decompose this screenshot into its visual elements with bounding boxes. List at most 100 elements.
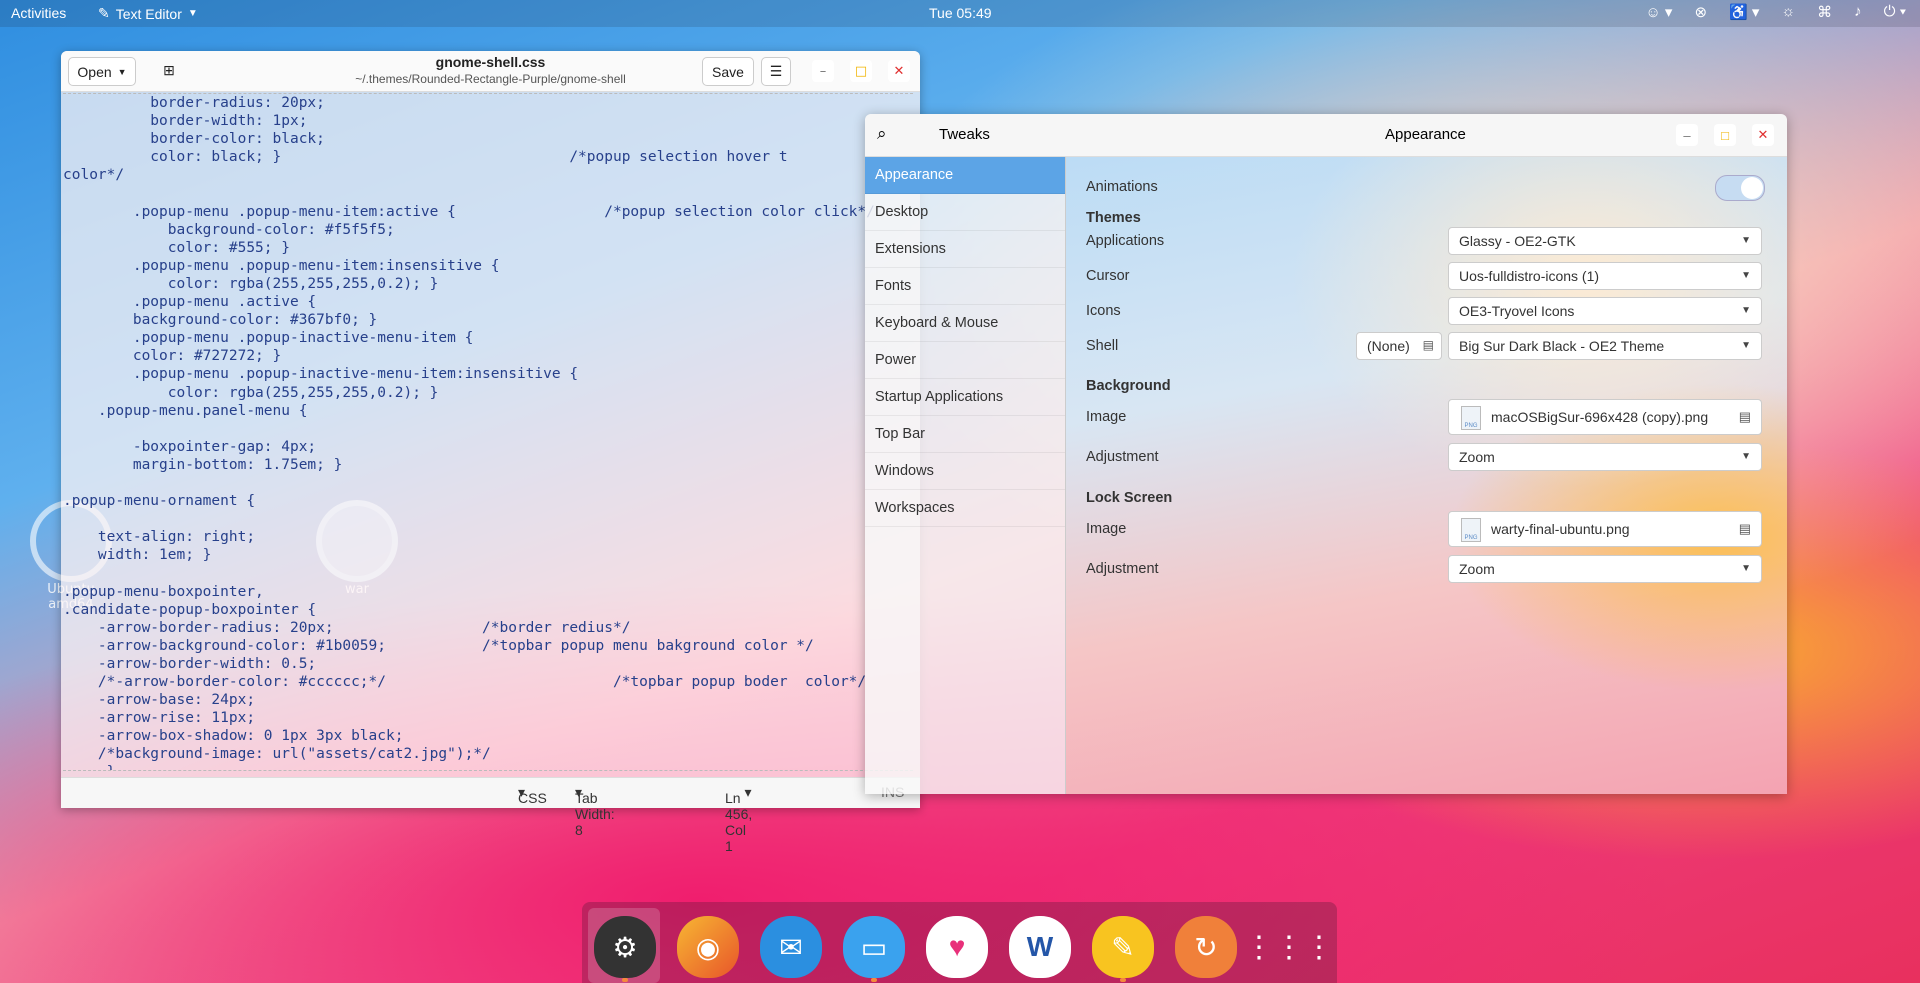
icons-dropdown[interactable]: OE3-Tryovel Icons ▼ xyxy=(1448,297,1762,325)
sidebar-item-fonts[interactable]: Fonts xyxy=(865,268,1065,305)
animations-toggle[interactable] xyxy=(1715,175,1765,201)
code-line[interactable]: color: #555; } xyxy=(63,239,913,257)
accessibility-icon[interactable]: ♿ ▾ xyxy=(1729,3,1759,21)
code-line[interactable]: .popup-menu .popup-menu-item:active { /*… xyxy=(63,203,913,221)
volume-icon[interactable]: ♪ xyxy=(1854,3,1862,21)
code-line[interactable]: border-radius: 20px; xyxy=(63,94,913,112)
night-light-icon[interactable]: ☼ xyxy=(1781,3,1795,21)
notes-pencil-icon[interactable]: ✎ xyxy=(1092,916,1154,978)
code-line[interactable]: -arrow-base: 24px; xyxy=(63,691,913,709)
background-header: Background xyxy=(1086,378,1171,394)
clock[interactable]: Tue 05:49 xyxy=(929,5,992,21)
save-button[interactable]: Save xyxy=(702,57,754,86)
tab-width-selector[interactable]: Tab Width: 8 ▾ xyxy=(575,784,615,838)
code-line[interactable] xyxy=(63,510,913,528)
sidebar-item-power[interactable]: Power xyxy=(865,342,1065,379)
code-line[interactable]: } xyxy=(63,763,913,770)
chevron-down-icon: ▼ xyxy=(1741,235,1751,246)
png-file-icon: PNG xyxy=(1461,406,1481,430)
activities-button[interactable]: Activities xyxy=(11,5,66,21)
sidebar-item-workspaces[interactable]: Workspaces xyxy=(865,490,1065,527)
cursor-position-selector[interactable]: Ln 456, Col 1 ▾ xyxy=(725,784,752,854)
face-icon[interactable]: ☺ ▾ xyxy=(1645,3,1672,21)
code-line[interactable]: color*/ xyxy=(63,166,913,184)
code-line[interactable]: /*-arrow-border-color: #cccccc;*/ /*topb… xyxy=(63,673,913,691)
code-line[interactable]: background-color: #367bf0; } xyxy=(63,311,913,329)
power-icon[interactable]: ⏻ ▾ xyxy=(1884,3,1906,21)
search-icon[interactable]: ⌕ xyxy=(877,124,887,144)
code-line[interactable]: .popup-menu .active { xyxy=(63,293,913,311)
code-line[interactable]: /*background-image: url("assets/cat2.jpg… xyxy=(63,745,913,763)
sidebar-item-desktop[interactable]: Desktop xyxy=(865,194,1065,231)
code-line[interactable] xyxy=(63,420,913,438)
minimize-icon[interactable]: – xyxy=(1676,124,1698,146)
shell-none-button[interactable]: (None) ▤ xyxy=(1356,332,1442,360)
code-line[interactable] xyxy=(63,474,913,492)
code-line[interactable]: width: 1em; } xyxy=(63,546,913,564)
code-line[interactable]: -arrow-border-width: 0.5; xyxy=(63,655,913,673)
applications-dropdown[interactable]: Glassy - OE2-GTK ▼ xyxy=(1448,227,1762,255)
document-icon: ▤ xyxy=(1422,338,1434,352)
code-line[interactable]: background-color: #f5f5f5; xyxy=(63,221,913,239)
code-line[interactable]: text-align: right; xyxy=(63,528,913,546)
code-line[interactable]: .popup-menu-ornament { xyxy=(63,492,913,510)
cursor-position-label: Ln 456, Col 1 xyxy=(725,790,753,854)
background-image-chooser[interactable]: PNG macOSBigSur-696x428 (copy).png ▤ xyxy=(1448,399,1762,435)
code-line[interactable]: -arrow-border-radius: 20px; /*border red… xyxy=(63,619,913,637)
maximize-icon[interactable]: □ xyxy=(850,60,872,82)
close-icon[interactable]: ✕ xyxy=(1752,124,1774,146)
code-line[interactable]: .popup-menu .popup-menu-item:insensitive… xyxy=(63,257,913,275)
network-icon[interactable]: ⌘ xyxy=(1817,3,1832,21)
code-line[interactable]: color: black; } /*popup selection hover … xyxy=(63,148,913,166)
code-line[interactable]: -boxpointer-gap: 4px; xyxy=(63,438,913,456)
show-applications-icon[interactable]: ⋮⋮⋮ xyxy=(1244,916,1334,978)
sidebar-item-appearance[interactable]: Appearance xyxy=(865,157,1065,194)
code-line[interactable]: color: #727272; } xyxy=(63,347,913,365)
document-title: gnome-shell.css xyxy=(435,54,546,70)
code-line[interactable]: .popup-menu .popup-inactive-menu-item { xyxy=(63,329,913,347)
shell-dropdown[interactable]: Big Sur Dark Black - OE2 Theme ▼ xyxy=(1448,332,1762,360)
sidebar-item-extensions[interactable]: Extensions xyxy=(865,231,1065,268)
code-line[interactable]: margin-bottom: 1.75em; } xyxy=(63,456,913,474)
update-icon[interactable]: ↻ xyxy=(1175,916,1237,978)
code-line[interactable]: border-width: 1px; xyxy=(63,112,913,130)
code-line[interactable]: -arrow-rise: 11px; xyxy=(63,709,913,727)
cursor-value: Uos-fulldistro-icons (1) xyxy=(1459,268,1600,284)
hamburger-menu-icon[interactable]: ☰ xyxy=(761,57,791,86)
code-line[interactable]: border-color: black; xyxy=(63,130,913,148)
firefox-icon[interactable]: ◉ xyxy=(677,916,739,978)
language-selector[interactable]: CSS ▾ xyxy=(518,784,547,806)
code-line[interactable]: .popup-menu.panel-menu { xyxy=(63,402,913,420)
heart-icon[interactable]: ♥ xyxy=(926,916,988,978)
code-line[interactable]: color: rgba(255,255,255,0.2); } xyxy=(63,275,913,293)
page-title: Appearance xyxy=(1385,126,1466,143)
code-line[interactable]: color: rgba(255,255,255,0.2); } xyxy=(63,384,913,402)
close-icon[interactable]: ✕ xyxy=(888,60,910,82)
mail-icon[interactable]: ✉ xyxy=(760,916,822,978)
top-bar: Activities ✎ Text Editor ▼ Tue 05:49 ☺ ▾… xyxy=(0,0,1920,27)
sidebar-item-keyboard-mouse[interactable]: Keyboard & Mouse xyxy=(865,305,1065,342)
settings-icon[interactable]: ⚙ xyxy=(594,916,656,978)
chevron-down-icon: ▼ xyxy=(1741,340,1751,351)
background-adjustment-dropdown[interactable]: Zoom ▼ xyxy=(1448,443,1762,471)
app-menu[interactable]: ✎ Text Editor ▼ xyxy=(98,5,198,22)
code-line[interactable] xyxy=(63,564,913,582)
sidebar-item-top-bar[interactable]: Top Bar xyxy=(865,416,1065,453)
code-line[interactable]: .popup-menu-boxpointer, xyxy=(63,583,913,601)
close-circle-icon[interactable]: ⊗ xyxy=(1694,3,1707,21)
lock-image-chooser[interactable]: PNG warty-final-ubuntu.png ▤ xyxy=(1448,511,1762,547)
cursor-dropdown[interactable]: Uos-fulldistro-icons (1) ▼ xyxy=(1448,262,1762,290)
code-line[interactable]: .candidate-popup-boxpointer { xyxy=(63,601,913,619)
maximize-icon[interactable]: □ xyxy=(1714,124,1736,146)
word-icon[interactable]: W xyxy=(1009,916,1071,978)
code-line[interactable] xyxy=(63,184,913,202)
sidebar-item-startup-applications[interactable]: Startup Applications xyxy=(865,379,1065,416)
files-icon[interactable]: ▭ xyxy=(843,916,905,978)
minimize-icon[interactable]: – xyxy=(812,60,834,82)
code-line[interactable]: .popup-menu .popup-inactive-menu-item:in… xyxy=(63,365,913,383)
code-line[interactable]: -arrow-background-color: #1b0059; /*topb… xyxy=(63,637,913,655)
lock-adjustment-dropdown[interactable]: Zoom ▼ xyxy=(1448,555,1762,583)
code-line[interactable]: -arrow-box-shadow: 0 1px 3px black; xyxy=(63,727,913,745)
code-editor[interactable]: border-radius: 20px; border-width: 1px; … xyxy=(63,93,913,771)
sidebar-item-windows[interactable]: Windows xyxy=(865,453,1065,490)
